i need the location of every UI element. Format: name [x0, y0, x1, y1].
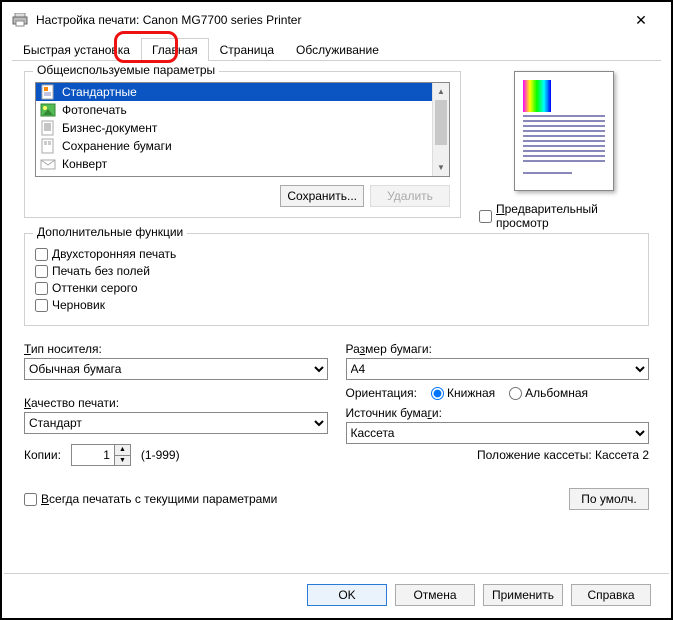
spin-down-icon[interactable]: ▼	[115, 456, 130, 466]
list-item[interactable]: Стандартные	[36, 83, 432, 101]
orientation-landscape-label[interactable]: Альбомная	[525, 386, 588, 400]
delete-preset-button: Удалить	[370, 185, 450, 207]
copies-label: Копии:	[24, 448, 61, 462]
paper-size-select[interactable]: A4	[346, 358, 650, 380]
copies-input[interactable]	[72, 445, 114, 465]
paper-source-label: Источник бумаги:	[346, 406, 650, 420]
always-print-checkbox[interactable]	[24, 493, 37, 506]
duplex-checkbox[interactable]	[35, 248, 48, 261]
paper-source-select[interactable]: Кассета	[346, 422, 650, 444]
orientation-landscape-radio[interactable]	[509, 387, 522, 400]
copies-spinner[interactable]: ▲▼	[71, 444, 131, 466]
tab-service[interactable]: Обслуживание	[285, 38, 390, 61]
apply-button[interactable]: Применить	[483, 584, 563, 606]
window-title: Настройка печати: Canon MG7700 series Pr…	[36, 13, 621, 27]
cancel-button[interactable]: Отмена	[395, 584, 475, 606]
draft-checkbox[interactable]	[35, 299, 48, 312]
defaults-button[interactable]: По умолч.	[569, 488, 649, 510]
media-type-label: Тип носителя:	[24, 342, 328, 356]
save-preset-button[interactable]: Сохранить...	[280, 185, 364, 207]
list-item[interactable]: Фотопечать	[36, 101, 432, 119]
envelope-icon	[40, 156, 56, 172]
business-doc-icon	[40, 120, 56, 136]
always-print-label[interactable]: Всегда печатать с текущими параметрами	[41, 492, 277, 506]
document-icon	[40, 84, 56, 100]
group-extra-label: Дополнительные функции	[33, 225, 187, 239]
borderless-checkbox[interactable]	[35, 265, 48, 278]
draft-label[interactable]: Черновик	[52, 298, 105, 312]
help-button[interactable]: Справка	[571, 584, 651, 606]
copies-range: (1-999)	[141, 448, 180, 462]
preview-checkbox[interactable]	[479, 210, 492, 223]
tab-page[interactable]: Страница	[209, 38, 285, 61]
orientation-portrait-radio[interactable]	[431, 387, 444, 400]
scroll-down-icon[interactable]: ▼	[433, 159, 449, 176]
orientation-portrait-label[interactable]: Книжная	[447, 386, 495, 400]
close-button[interactable]: ✕	[621, 12, 661, 29]
tab-main[interactable]: Главная	[141, 38, 209, 61]
list-item[interactable]: Конверт	[36, 155, 432, 173]
tab-quick-setup[interactable]: Быстрая установка	[12, 38, 141, 61]
orientation-label: Ориентация:	[346, 386, 417, 400]
ok-button[interactable]: OK	[307, 584, 387, 606]
page-preview	[514, 71, 614, 191]
grayscale-checkbox[interactable]	[35, 282, 48, 295]
scrollbar[interactable]: ▲ ▼	[432, 83, 449, 176]
group-common-label: ООбщеиспользуемые параметрыбщеиспользуем…	[33, 63, 219, 77]
spin-up-icon[interactable]: ▲	[115, 445, 130, 456]
quality-select[interactable]: Стандарт	[24, 412, 328, 434]
scroll-thumb[interactable]	[435, 100, 447, 145]
presets-listbox[interactable]: Стандартные Фотопечать Бизнес-документ	[35, 82, 450, 177]
preview-checkbox-label[interactable]: Предварительный просмотр	[496, 202, 649, 230]
list-item[interactable]: Сохранение бумаги	[36, 137, 432, 155]
grayscale-label[interactable]: Оттенки серого	[52, 281, 138, 295]
quality-label: Качество печати:	[24, 396, 328, 410]
cassette-position-note: Положение кассеты: Кассета 2	[346, 448, 650, 462]
printer-icon	[12, 13, 28, 27]
photo-icon	[40, 102, 56, 118]
paper-size-label: Размер бумаги:	[346, 342, 650, 356]
paper-save-icon	[40, 138, 56, 154]
borderless-label[interactable]: Печать без полей	[52, 264, 150, 278]
list-item[interactable]: Бизнес-документ	[36, 119, 432, 137]
scroll-up-icon[interactable]: ▲	[433, 83, 449, 100]
duplex-label[interactable]: Двухсторонняя печать	[52, 247, 176, 261]
media-type-select[interactable]: Обычная бумага	[24, 358, 328, 380]
